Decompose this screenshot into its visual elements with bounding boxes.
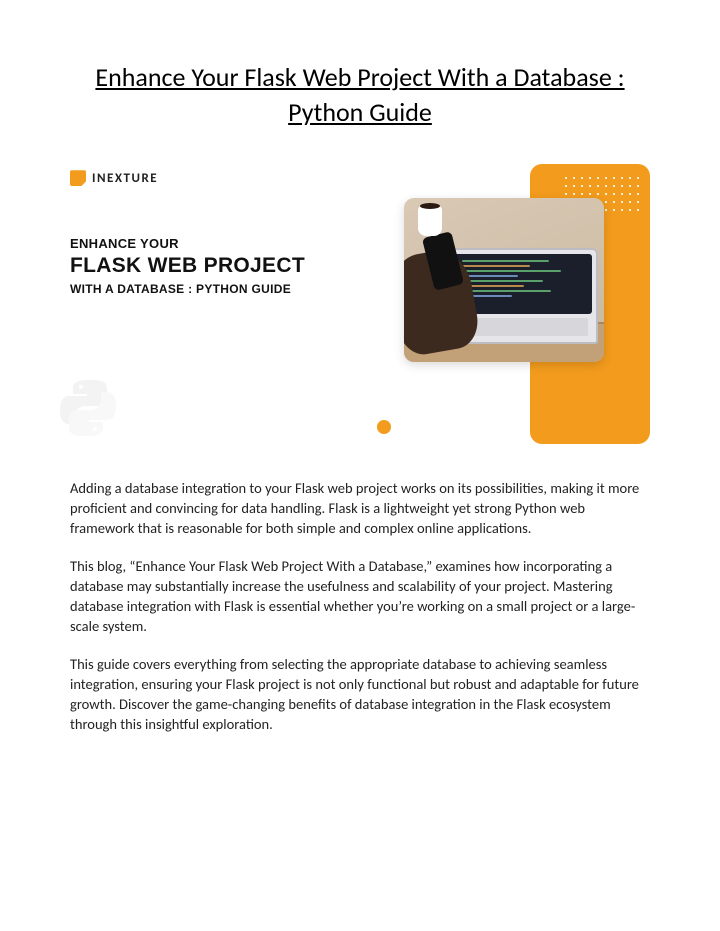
hero-left-panel: INEXTURE ENHANCE YOUR FLASK WEB PROJECT … <box>70 164 372 444</box>
photo-coffee <box>418 206 442 236</box>
hero-line-3: WITH A DATABASE : PYTHON GUIDE <box>70 282 372 296</box>
hero-banner: INEXTURE ENHANCE YOUR FLASK WEB PROJECT … <box>70 164 650 444</box>
hero-right-panel <box>383 164 650 444</box>
hero-line-2: FLASK WEB PROJECT <box>70 254 372 278</box>
accent-dot-icon <box>377 420 391 434</box>
article-body: Adding a database integration to your Fl… <box>70 478 650 734</box>
paragraph: This guide covers everything from select… <box>70 654 650 734</box>
page-title: Enhance Your Flask Web Project With a Da… <box>70 60 650 130</box>
paragraph: Adding a database integration to your Fl… <box>70 478 650 538</box>
hero-line-1: ENHANCE YOUR <box>70 236 372 251</box>
hero-heading: ENHANCE YOUR FLASK WEB PROJECT WITH A DA… <box>70 236 372 296</box>
brand-text: INEXTURE <box>92 171 158 186</box>
hero-photo <box>404 198 604 362</box>
python-icon <box>56 376 120 440</box>
brand-icon <box>70 170 86 186</box>
brand-logo: INEXTURE <box>70 170 372 186</box>
code-lines-icon <box>462 260 586 300</box>
paragraph: This blog, “Enhance Your Flask Web Proje… <box>70 556 650 636</box>
